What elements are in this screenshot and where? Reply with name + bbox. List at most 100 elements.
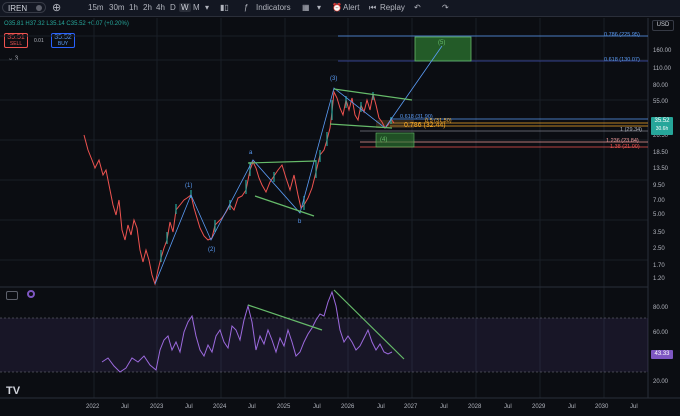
replay-button[interactable]: Replay	[380, 3, 405, 12]
price-tick: 1.20	[653, 276, 665, 282]
rsi-collapse-icon[interactable]	[6, 291, 18, 300]
price-tick: 1.70	[653, 263, 665, 269]
price-series-line	[83, 90, 395, 286]
wave-label-a: a	[249, 150, 253, 156]
ohlc-legend: O35.81 H37.32 L35.14 C35.52 +0.07 (+0.20…	[4, 21, 129, 27]
fib-label-0618-upper: 0.618 (130.07)	[604, 57, 640, 63]
timeframe-2h[interactable]: 2h	[143, 3, 152, 12]
indicators-icon[interactable]: ƒ	[244, 3, 248, 12]
fib-label-0786-upper: 0.786 (225.95)	[604, 32, 640, 38]
fib-label-1: 1 (29.34)	[620, 127, 643, 133]
rsi-settings-icon[interactable]	[27, 290, 35, 298]
sell-label: SELL	[9, 41, 23, 47]
wave-label-3: (3)	[330, 76, 338, 82]
timeframe-w[interactable]: W	[179, 3, 191, 12]
price-tick: 7.00	[653, 198, 665, 204]
time-tick: Jul	[313, 404, 321, 410]
timeframe-4h[interactable]: 4h	[156, 3, 165, 12]
rsi-tick: 20.00	[653, 379, 669, 385]
chart-canvas	[0, 18, 680, 399]
time-tick: Jul	[630, 404, 638, 410]
time-tick: 2025	[277, 404, 291, 410]
rsi-line	[101, 290, 393, 373]
symbol-status-icon	[36, 5, 42, 11]
alert-button[interactable]: Alert	[343, 3, 359, 12]
open-value: O35.81	[4, 21, 24, 27]
time-tick: Jul	[121, 404, 129, 410]
rsi-value-tag: 43.33	[651, 350, 673, 359]
indicator-count: 3	[14, 56, 19, 62]
price-tick: 5.00	[653, 212, 665, 218]
top-toolbar: IREN ⊕ 15m 30m 1h 2h 4h D W M ▾ ▮▯ ƒ Ind…	[0, 0, 680, 17]
price-tick: 13.50	[653, 166, 669, 172]
current-price-tag: 35.52 30.6h	[651, 117, 673, 135]
layout-dropdown-icon[interactable]: ▾	[317, 3, 321, 12]
high-value: H37.32	[25, 21, 45, 27]
trend-lines	[247, 88, 413, 217]
replay-icon[interactable]: ⏮	[369, 3, 376, 13]
time-tick: Jul	[440, 404, 448, 410]
price-tick: 55.00	[653, 99, 669, 105]
price-tick: 3.50	[653, 230, 665, 236]
up-candles	[160, 92, 392, 262]
rsi-trend-lines	[247, 289, 405, 360]
close-value: C35.52	[66, 21, 86, 27]
compare-plus-icon[interactable]: ⊕	[52, 1, 61, 14]
timeframe-30m[interactable]: 30m	[109, 3, 125, 12]
current-price-countdown: 30.6h	[655, 126, 669, 132]
indicators-button[interactable]: Indicators	[256, 3, 291, 12]
timeframe-m[interactable]: M	[193, 3, 200, 12]
current-price: 35.52	[654, 118, 670, 124]
wave-label-4: (4)	[380, 137, 388, 143]
tradingview-logo[interactable]: TV	[6, 385, 20, 397]
price-tick: 2.50	[653, 246, 665, 252]
time-tick: Jul	[377, 404, 385, 410]
time-tick: 2030	[595, 404, 609, 410]
price-tick: 18.50	[653, 150, 669, 156]
fib-label-138: 1.38 (21.00)	[610, 144, 640, 150]
price-tick: 160.00	[653, 48, 672, 54]
indicators-collapse[interactable]: ⌄ 3	[8, 55, 18, 62]
fib-label-0786-lower: 0.786 (32.44)	[404, 122, 446, 129]
price-tick: 9.50	[653, 183, 665, 189]
timeframe-1h[interactable]: 1h	[129, 3, 138, 12]
templates-icon[interactable]: ▦	[302, 3, 310, 12]
timeframe-dropdown-icon[interactable]: ▾	[205, 3, 209, 12]
redo-icon[interactable]: ↷	[442, 3, 449, 12]
collapse-chevron-icon: ⌄	[8, 56, 14, 62]
rsi-band	[0, 318, 648, 372]
time-tick: 2026	[341, 404, 355, 410]
symbol-search[interactable]: IREN	[2, 2, 46, 13]
buy-label: BUY	[57, 41, 69, 47]
buy-button[interactable]: 35.52 BUY	[51, 33, 75, 48]
rsi-tick: 60.00	[653, 330, 669, 336]
time-tick: Jul	[185, 404, 193, 410]
spread-value: 0.01	[34, 38, 44, 44]
time-tick: 2023	[150, 404, 164, 410]
low-value: L35.14	[46, 21, 65, 27]
time-tick: 2029	[532, 404, 546, 410]
timeframe-d[interactable]: D	[170, 3, 176, 12]
wave-label-5: (5)	[438, 40, 446, 46]
currency-selector[interactable]: USD	[652, 20, 674, 31]
alert-icon[interactable]: ⏰	[332, 3, 342, 12]
timeframe-15m[interactable]: 15m	[88, 3, 104, 12]
change-value: +0.07 (+0.20%)	[87, 21, 129, 27]
time-tick: Jul	[504, 404, 512, 410]
wave-label-2: (2)	[208, 247, 216, 253]
bar-style-icon[interactable]: ▮▯	[220, 3, 229, 12]
wave-label-1: (1)	[185, 183, 193, 189]
undo-icon[interactable]: ↶	[414, 3, 421, 12]
sell-button[interactable]: 35.51 SELL	[4, 33, 28, 48]
time-tick: Jul	[248, 404, 256, 410]
time-tick: 2024	[213, 404, 227, 410]
time-tick: Jul	[568, 404, 576, 410]
price-tick: 110.00	[653, 66, 671, 72]
grid-lines	[0, 18, 648, 398]
time-tick: 2022	[86, 404, 100, 410]
elliott-wave-path	[154, 45, 443, 285]
symbol-name: IREN	[8, 4, 28, 13]
fib-lines	[338, 35, 648, 148]
time-tick: 2028	[468, 404, 482, 410]
wave-label-b: b	[298, 219, 302, 225]
